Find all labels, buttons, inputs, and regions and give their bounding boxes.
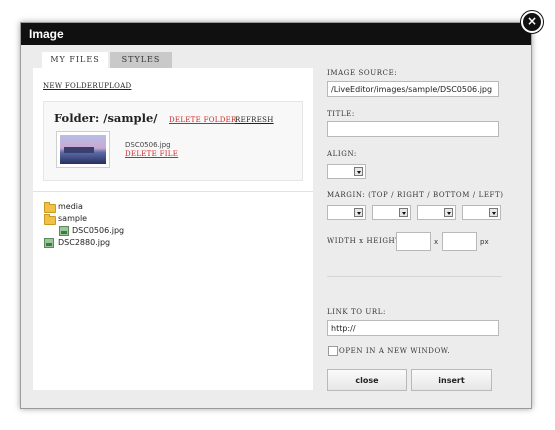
folder-icon bbox=[44, 202, 56, 213]
form-divider bbox=[327, 276, 502, 277]
link-label: LINK TO URL: bbox=[327, 308, 387, 316]
chevron-down-icon bbox=[489, 208, 498, 217]
image-file-icon bbox=[59, 226, 69, 236]
new-folder-link[interactable]: NEW FOLDER bbox=[43, 82, 98, 90]
image-file-icon bbox=[44, 238, 54, 248]
selected-file-name: DSC0506.jpg bbox=[125, 141, 171, 149]
tree-item-dsc0506[interactable]: DSC0506.jpg bbox=[72, 226, 124, 235]
title-input[interactable] bbox=[327, 121, 499, 137]
link-url-input[interactable]: http:// bbox=[327, 320, 499, 336]
title-label: TITLE: bbox=[327, 110, 355, 118]
chevron-down-icon bbox=[444, 208, 453, 217]
new-window-checkbox[interactable] bbox=[328, 346, 338, 356]
delete-file-link[interactable]: DELETE FILE bbox=[125, 150, 178, 158]
tab-my-files[interactable]: MY FILES bbox=[42, 52, 108, 68]
size-unit: px bbox=[480, 238, 489, 246]
folder-icon bbox=[44, 214, 56, 225]
margin-right-select[interactable] bbox=[372, 205, 411, 220]
image-source-label: IMAGE SOURCE: bbox=[327, 69, 398, 77]
height-input[interactable] bbox=[442, 232, 477, 251]
align-select[interactable] bbox=[327, 164, 366, 179]
upload-link[interactable]: UPLOAD bbox=[98, 82, 131, 90]
insert-button[interactable]: insert bbox=[411, 369, 492, 391]
refresh-link[interactable]: REFRESH bbox=[235, 116, 274, 124]
margin-top-select[interactable] bbox=[327, 205, 366, 220]
new-window-label: OPEN IN A NEW WINDOW. bbox=[339, 347, 451, 355]
close-icon[interactable]: × bbox=[521, 11, 543, 33]
close-button[interactable]: close bbox=[327, 369, 407, 391]
tree-item-dsc2880[interactable]: DSC2880.jpg bbox=[58, 238, 110, 247]
margin-bottom-select[interactable] bbox=[417, 205, 456, 220]
image-source-input[interactable]: /LiveEditor/images/sample/DSC0506.jpg bbox=[327, 81, 499, 97]
width-input[interactable] bbox=[396, 232, 431, 251]
size-label: WIDTH x HEIGHT: bbox=[327, 237, 404, 245]
dialog-title: Image bbox=[21, 23, 531, 45]
image-thumbnail[interactable] bbox=[56, 131, 110, 168]
tree-item-sample[interactable]: sample bbox=[58, 214, 87, 223]
align-label: ALIGN: bbox=[327, 150, 357, 158]
delete-folder-link[interactable]: DELETE FOLDER bbox=[169, 116, 237, 124]
tab-styles[interactable]: STYLES bbox=[110, 52, 172, 68]
size-separator: x bbox=[434, 238, 439, 246]
margin-left-select[interactable] bbox=[462, 205, 501, 220]
tree-item-media[interactable]: media bbox=[58, 202, 83, 211]
chevron-down-icon bbox=[354, 208, 363, 217]
folder-title: Folder: /sample/ bbox=[54, 111, 158, 125]
panel-divider bbox=[33, 191, 313, 192]
chevron-down-icon bbox=[399, 208, 408, 217]
chevron-down-icon bbox=[354, 167, 363, 176]
margin-label: MARGIN: (TOP / RIGHT / BOTTOM / LEFT) bbox=[327, 191, 504, 199]
